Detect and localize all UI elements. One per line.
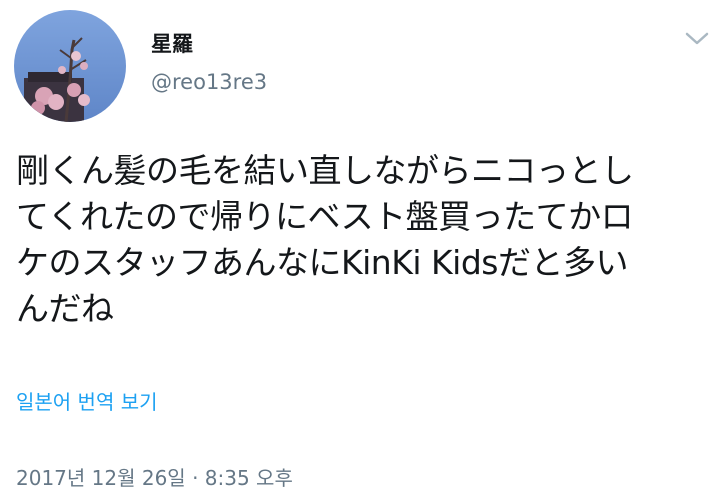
- translate-link[interactable]: 일본어 번역 보기: [16, 392, 158, 412]
- user-handle[interactable]: @reo13re3: [151, 72, 267, 93]
- tweet-text: 剛くん髪の毛を結い直しながらニコっとし てくれたので帰りにベスト盤買ったてかロ …: [16, 151, 634, 328]
- display-name[interactable]: 星羅: [151, 34, 193, 55]
- chevron-down-icon[interactable]: [684, 30, 710, 48]
- avatar-image: [14, 10, 126, 122]
- avatar[interactable]: [14, 10, 126, 122]
- tweet-card: 星羅 @reo13re3 剛くん髪の毛を結い直しながらニコっとし てくれたので帰…: [0, 0, 720, 499]
- tweet-timestamp[interactable]: 2017년 12월 26일 · 8:35 오후: [16, 468, 293, 488]
